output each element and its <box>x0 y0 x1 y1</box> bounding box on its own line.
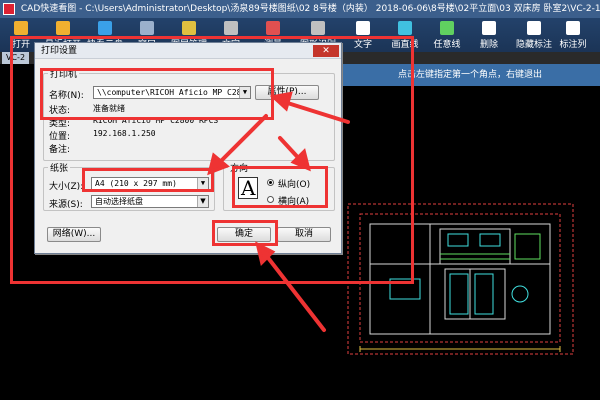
annotation-arrows <box>207 91 350 332</box>
